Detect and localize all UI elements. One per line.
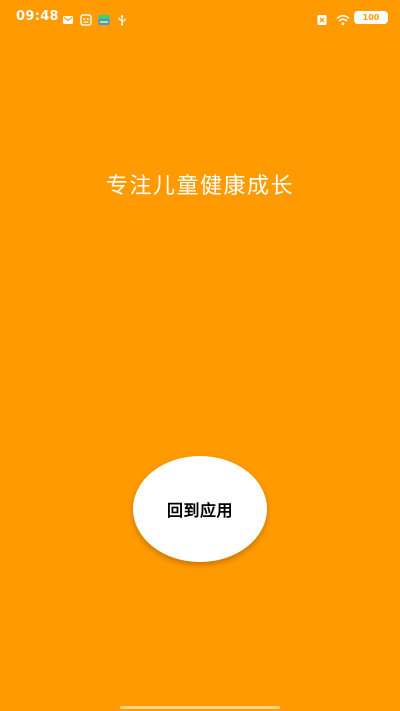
wifi-icon (336, 11, 350, 26)
home-indicator[interactable] (120, 706, 280, 709)
mail-icon (62, 11, 74, 24)
status-left-icons (62, 11, 128, 26)
return-button-label: 回到应用 (166, 501, 233, 520)
battery-icon: 100 (354, 11, 388, 24)
slogan-text: 专注儿童健康成长 (105, 174, 294, 199)
status-bar: 09:48 100 (0, 0, 400, 36)
sim-off-icon (316, 11, 328, 25)
robot-icon (80, 11, 92, 26)
usb-icon (116, 11, 128, 26)
battery-level: 100 (362, 12, 380, 22)
return-to-app-button[interactable]: 回到应用 (133, 456, 267, 562)
status-right-icons (316, 11, 350, 26)
status-time: 09:48 (16, 9, 59, 24)
app-icon (98, 11, 110, 25)
